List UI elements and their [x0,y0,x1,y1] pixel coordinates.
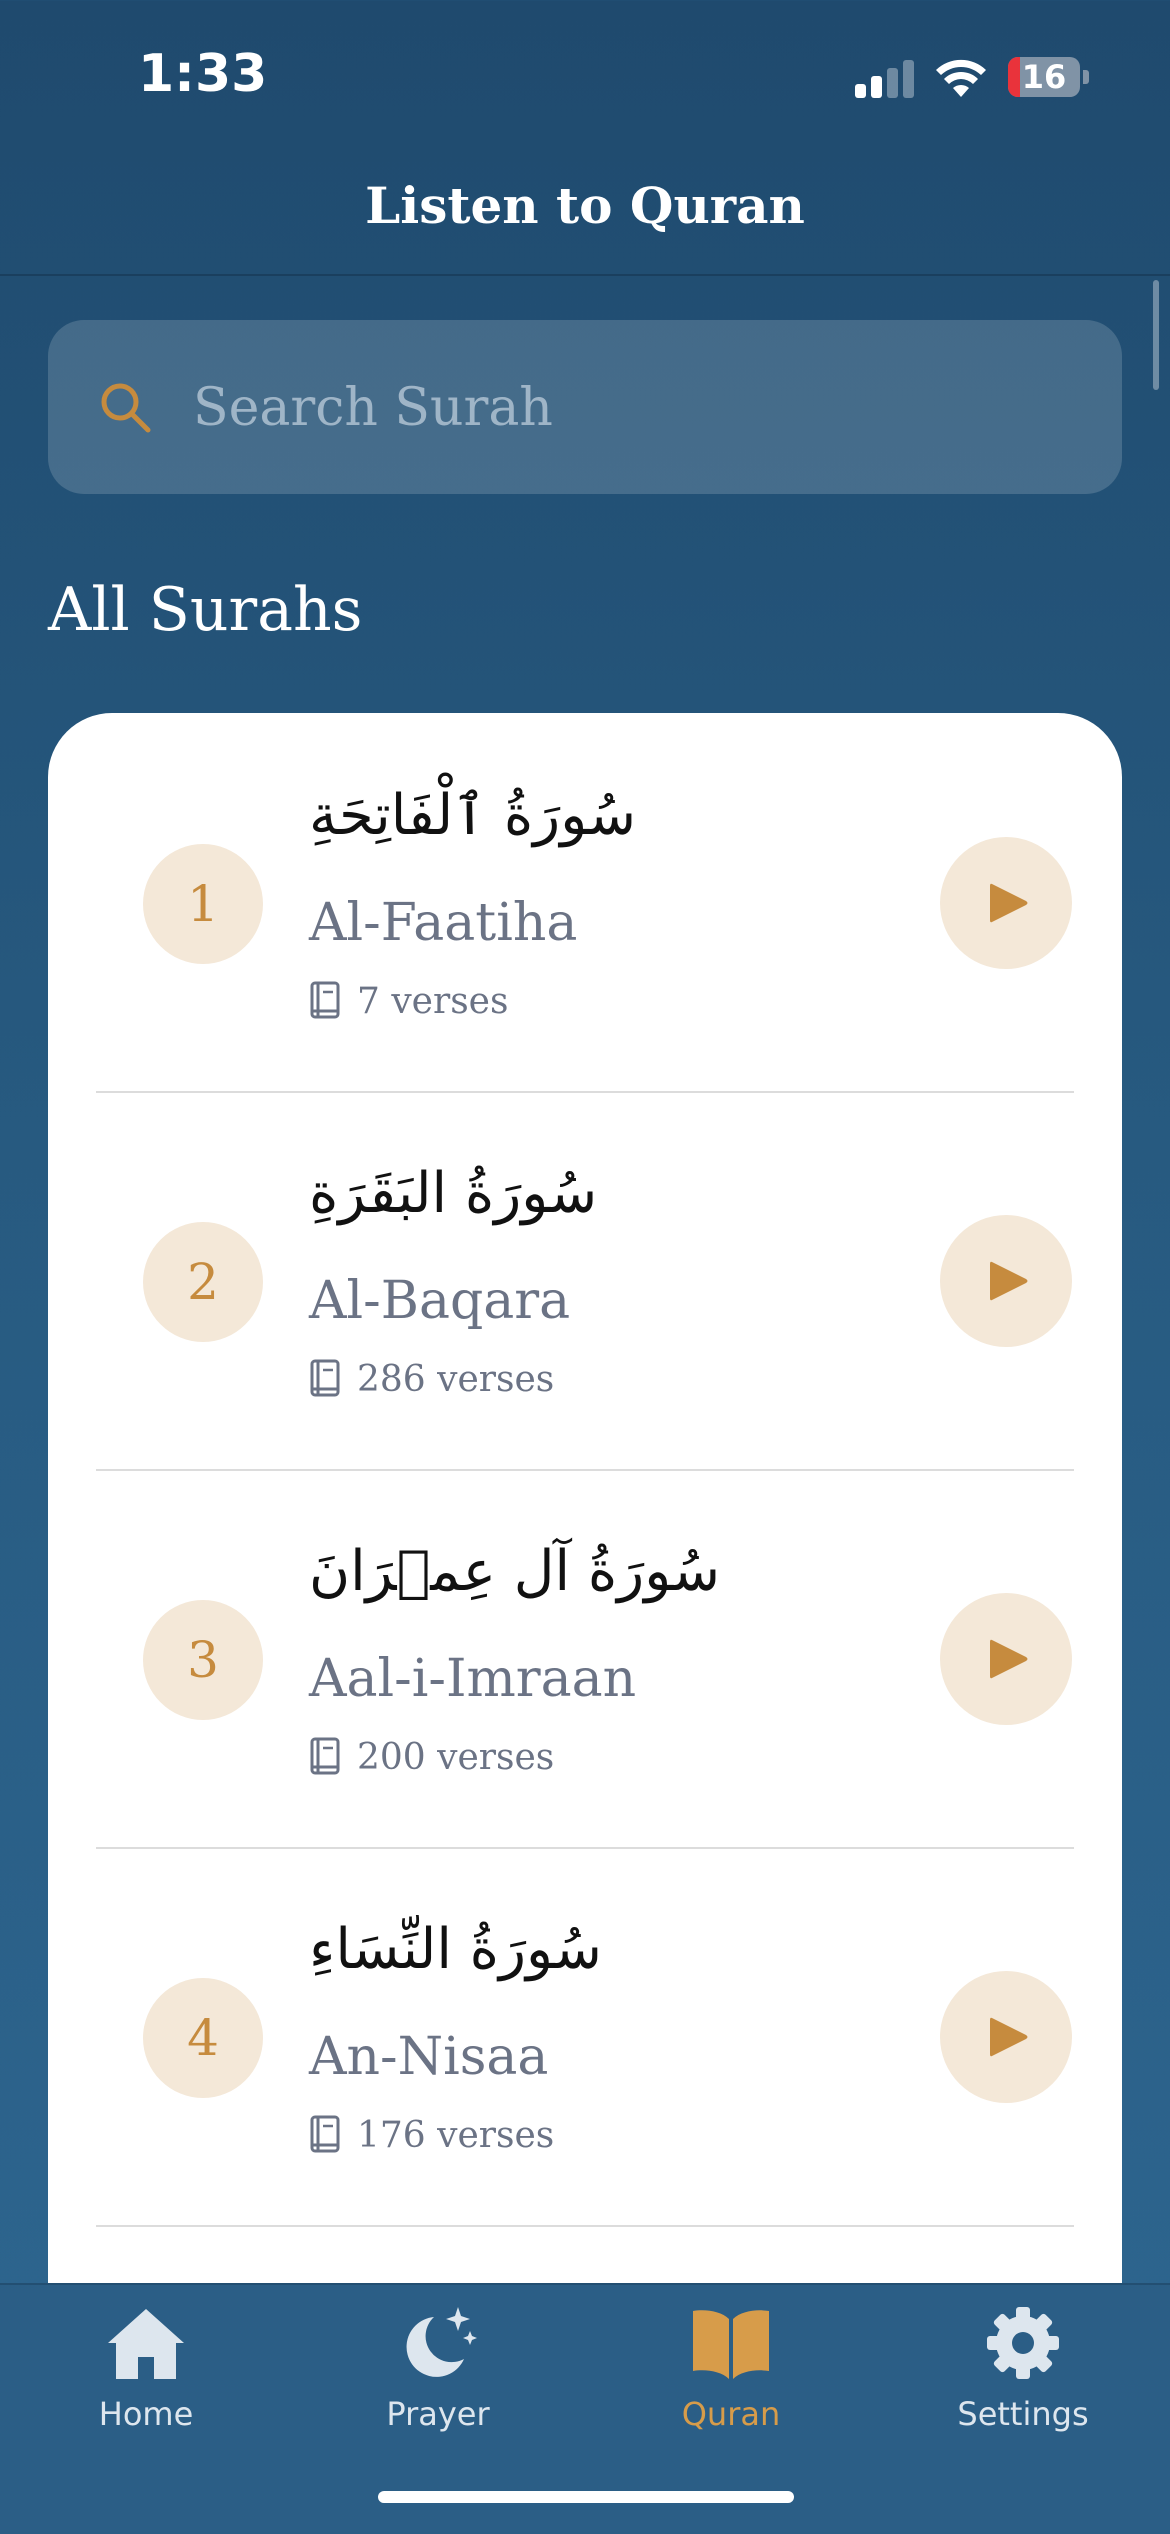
tab-label: Prayer [386,2395,490,2433]
book-open-icon [693,2310,769,2379]
search-input[interactable] [191,360,1075,456]
play-icon [990,2017,1028,2057]
tab-label: Home [98,2395,194,2433]
gear-icon [987,2307,1059,2379]
book-icon [310,981,340,1019]
play-icon [990,1261,1028,1301]
surah-arabic-name: سُورَةُ البَقَرَةِ [309,1161,598,1226]
home-icon [108,2309,184,2379]
play-button[interactable] [940,1593,1072,1725]
tab-label: Quran [681,2395,781,2433]
status-bar: 1:33 16 [0,0,1170,140]
surah-row[interactable]: 1 سُورَةُ ٱلْفَاتِحَةِ Al-Faatiha 7 verses [96,713,1074,1093]
section-title: All Surahs [48,575,363,645]
book-icon [310,2115,340,2153]
play-button[interactable] [940,1971,1072,2103]
surah-verses: 286 verses [309,1358,555,1400]
surah-name: Al-Baqara [309,1271,571,1331]
tab-settings[interactable]: Settings [877,2285,1169,2485]
tab-label: Settings [957,2395,1089,2433]
surah-row[interactable]: 4 سُورَةُ النِّسَاءِ An-Nisaa 176 verses [96,1847,1074,2227]
tab-quran[interactable]: Quran [585,2285,877,2485]
battery-level: 16 [1021,58,1067,96]
search-icon [101,383,151,433]
scroll-indicator[interactable] [1153,280,1159,390]
tab-home[interactable]: Home [0,2285,292,2485]
surah-verses: 176 verses [309,2114,555,2156]
surah-number-badge: 1 [143,844,263,964]
battery-icon: 16 [1008,57,1089,97]
surah-number-badge: 2 [143,1222,263,1342]
surah-verses: 200 verses [309,1736,555,1778]
surah-verses: 7 verses [309,980,509,1022]
moon-stars-icon [406,2307,477,2377]
verse-count: 176 verses [357,2114,555,2156]
surah-number-badge: 4 [143,1978,263,2098]
surah-list: 1 سُورَةُ ٱلْفَاتِحَةِ Al-Faatiha 7 verses 2… [48,713,1122,2283]
surah-number-badge: 3 [143,1600,263,1720]
play-button[interactable] [940,837,1072,969]
home-indicator[interactable] [378,2491,794,2503]
tab-prayer[interactable]: Prayer [292,2285,584,2485]
surah-name: Aal-i-Imraan [309,1649,637,1709]
page-title: Listen to Quran [365,176,805,235]
verse-count: 286 verses [357,1358,555,1400]
nav-header: Listen to Quran [0,140,1170,276]
book-icon [310,1737,340,1775]
search-bar[interactable] [48,320,1122,494]
surah-name: Al-Faatiha [309,893,578,953]
play-button[interactable] [940,1215,1072,1347]
cellular-signal-icon [855,58,915,98]
status-time: 1:33 [138,44,268,104]
surah-name: An-Nisaa [309,2027,549,2087]
surah-row[interactable]: 2 سُورَةُ البَقَرَةِ Al-Baqara 286 verses [96,1091,1074,1471]
verse-count: 200 verses [357,1736,555,1778]
play-icon [990,1639,1028,1679]
verse-count: 7 verses [357,980,509,1022]
play-icon [990,883,1028,923]
surah-row[interactable]: 3 سُورَةُ آل عِمۡرَانَ Aal-i-Imraan 200 ver… [96,1469,1074,1849]
surah-arabic-name: سُورَةُ النِّسَاءِ [309,1917,602,1982]
wifi-icon [936,59,986,97]
surah-arabic-name: سُورَةُ آل عِمۡرَانَ [309,1539,721,1604]
book-icon [310,1359,340,1397]
surah-arabic-name: سُورَةُ ٱلْفَاتِحَةِ [309,783,637,848]
